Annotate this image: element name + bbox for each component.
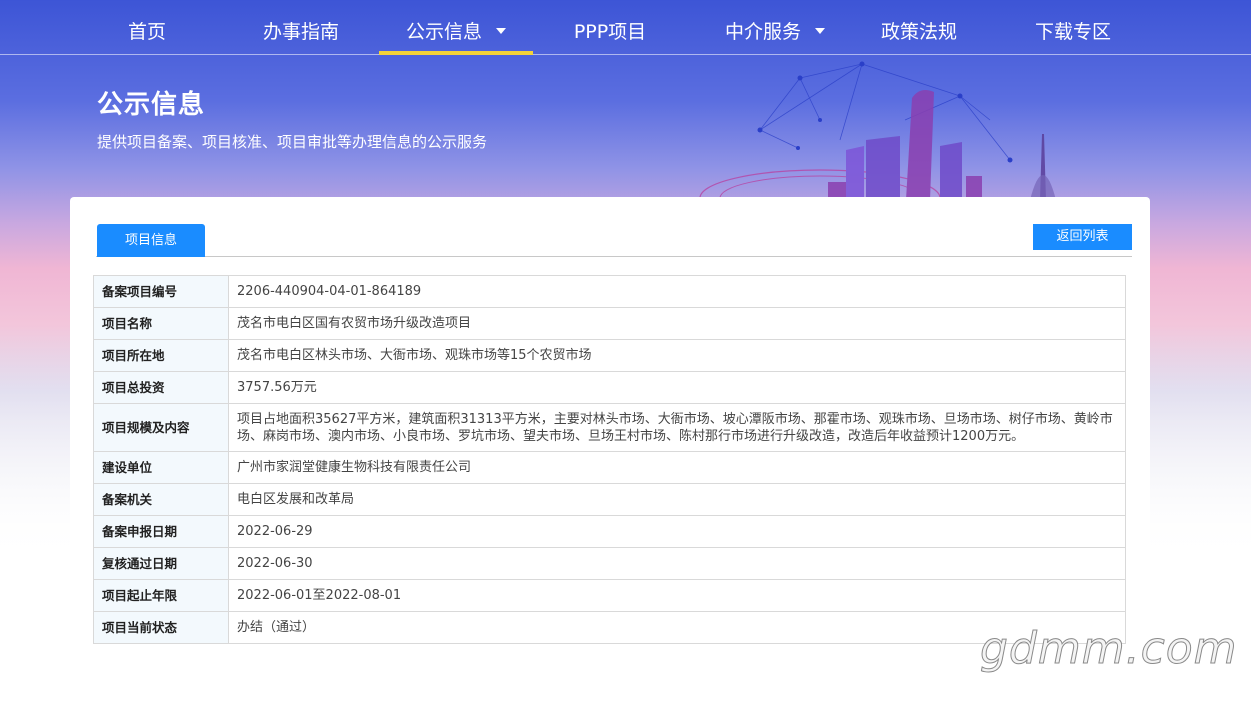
table-row: 项目规模及内容 项目占地面积35627平方米，建筑面积31313平方米，主要对林… xyxy=(93,403,1126,452)
field-value: 2022-06-30 xyxy=(228,547,1126,580)
dropdown-arrow-icon xyxy=(496,27,506,34)
nav-item-public-info[interactable]: 公示信息 xyxy=(379,0,533,55)
nav-item-label: PPP项目 xyxy=(573,21,647,43)
site-watermark: gdmm.com xyxy=(980,623,1238,675)
field-value: 项目占地面积35627平方米，建筑面积31313平方米，主要对林头市场、大衙市场… xyxy=(228,403,1126,452)
field-value: 茂名市电白区国有农贸市场升级改造项目 xyxy=(228,307,1126,340)
field-value: 2022-06-29 xyxy=(228,515,1126,548)
table-row: 项目起止年限 2022-06-01至2022-08-01 xyxy=(93,579,1126,612)
tab-bar: 项目信息 xyxy=(96,224,1132,257)
field-label: 项目名称 xyxy=(93,307,229,340)
back-to-list-button[interactable]: 返回列表 xyxy=(1033,224,1132,250)
table-row: 建设单位 广州市家润堂健康生物科技有限责任公司 xyxy=(93,451,1126,484)
page-subtitle: 提供项目备案、项目核准、项目审批等办理信息的公示服务 xyxy=(97,133,488,151)
tab-project-info[interactable]: 项目信息 xyxy=(97,224,205,257)
table-row: 项目名称 茂名市电白区国有农贸市场升级改造项目 xyxy=(93,307,1126,340)
field-label: 复核通过日期 xyxy=(93,547,229,580)
page-title: 公示信息 xyxy=(97,90,206,120)
nav-item-label: 首页 xyxy=(127,21,166,43)
field-label: 项目总投资 xyxy=(93,371,229,404)
field-label: 项目起止年限 xyxy=(93,579,229,612)
dropdown-arrow-icon xyxy=(815,27,825,34)
top-nav: 首页 办事指南 公示信息 PPP项目 中介服务 政策法规 下载专区 xyxy=(0,0,1251,55)
nav-item-label: 政策法规 xyxy=(880,21,957,43)
nav-item-label: 下载专区 xyxy=(1034,21,1111,43)
table-row: 项目当前状态 办结（通过） xyxy=(93,611,1126,644)
field-label: 项目规模及内容 xyxy=(93,403,229,452)
nav-item-home[interactable]: 首页 xyxy=(111,0,183,54)
nav-item-label: 中介服务 xyxy=(724,21,801,43)
nav-item-ppp[interactable]: PPP项目 xyxy=(560,0,660,54)
field-value: 电白区发展和改革局 xyxy=(228,483,1126,516)
nav-item-label: 公示信息 xyxy=(405,21,482,43)
field-value: 广州市家润堂健康生物科技有限责任公司 xyxy=(228,451,1126,484)
table-row: 备案申报日期 2022-06-29 xyxy=(93,515,1126,548)
table-row: 备案机关 电白区发展和改革局 xyxy=(93,483,1126,516)
field-value: 茂名市电白区林头市场、大衙市场、观珠市场等15个农贸市场 xyxy=(228,339,1126,372)
field-value: 2022-06-01至2022-08-01 xyxy=(228,579,1126,612)
field-value: 2206-440904-04-01-864189 xyxy=(228,275,1126,308)
nav-item-label: 办事指南 xyxy=(262,21,339,43)
project-info-table: 备案项目编号 2206-440904-04-01-864189 项目名称 茂名市… xyxy=(93,275,1126,644)
nav-item-agency[interactable]: 中介服务 xyxy=(712,0,838,54)
table-row: 项目总投资 3757.56万元 xyxy=(93,371,1126,404)
field-label: 建设单位 xyxy=(93,451,229,484)
nav-item-guide[interactable]: 办事指南 xyxy=(253,0,349,54)
field-label: 备案机关 xyxy=(93,483,229,516)
nav-item-policy[interactable]: 政策法规 xyxy=(870,0,968,54)
field-label: 备案申报日期 xyxy=(93,515,229,548)
table-row: 备案项目编号 2206-440904-04-01-864189 xyxy=(93,275,1126,308)
field-value: 3757.56万元 xyxy=(228,371,1126,404)
field-label: 项目所在地 xyxy=(93,339,229,372)
field-label: 项目当前状态 xyxy=(93,611,229,644)
table-row: 项目所在地 茂名市电白区林头市场、大衙市场、观珠市场等15个农贸市场 xyxy=(93,339,1126,372)
field-label: 备案项目编号 xyxy=(93,275,229,308)
nav-item-downloads[interactable]: 下载专区 xyxy=(1024,0,1122,54)
table-row: 复核通过日期 2022-06-30 xyxy=(93,547,1126,580)
